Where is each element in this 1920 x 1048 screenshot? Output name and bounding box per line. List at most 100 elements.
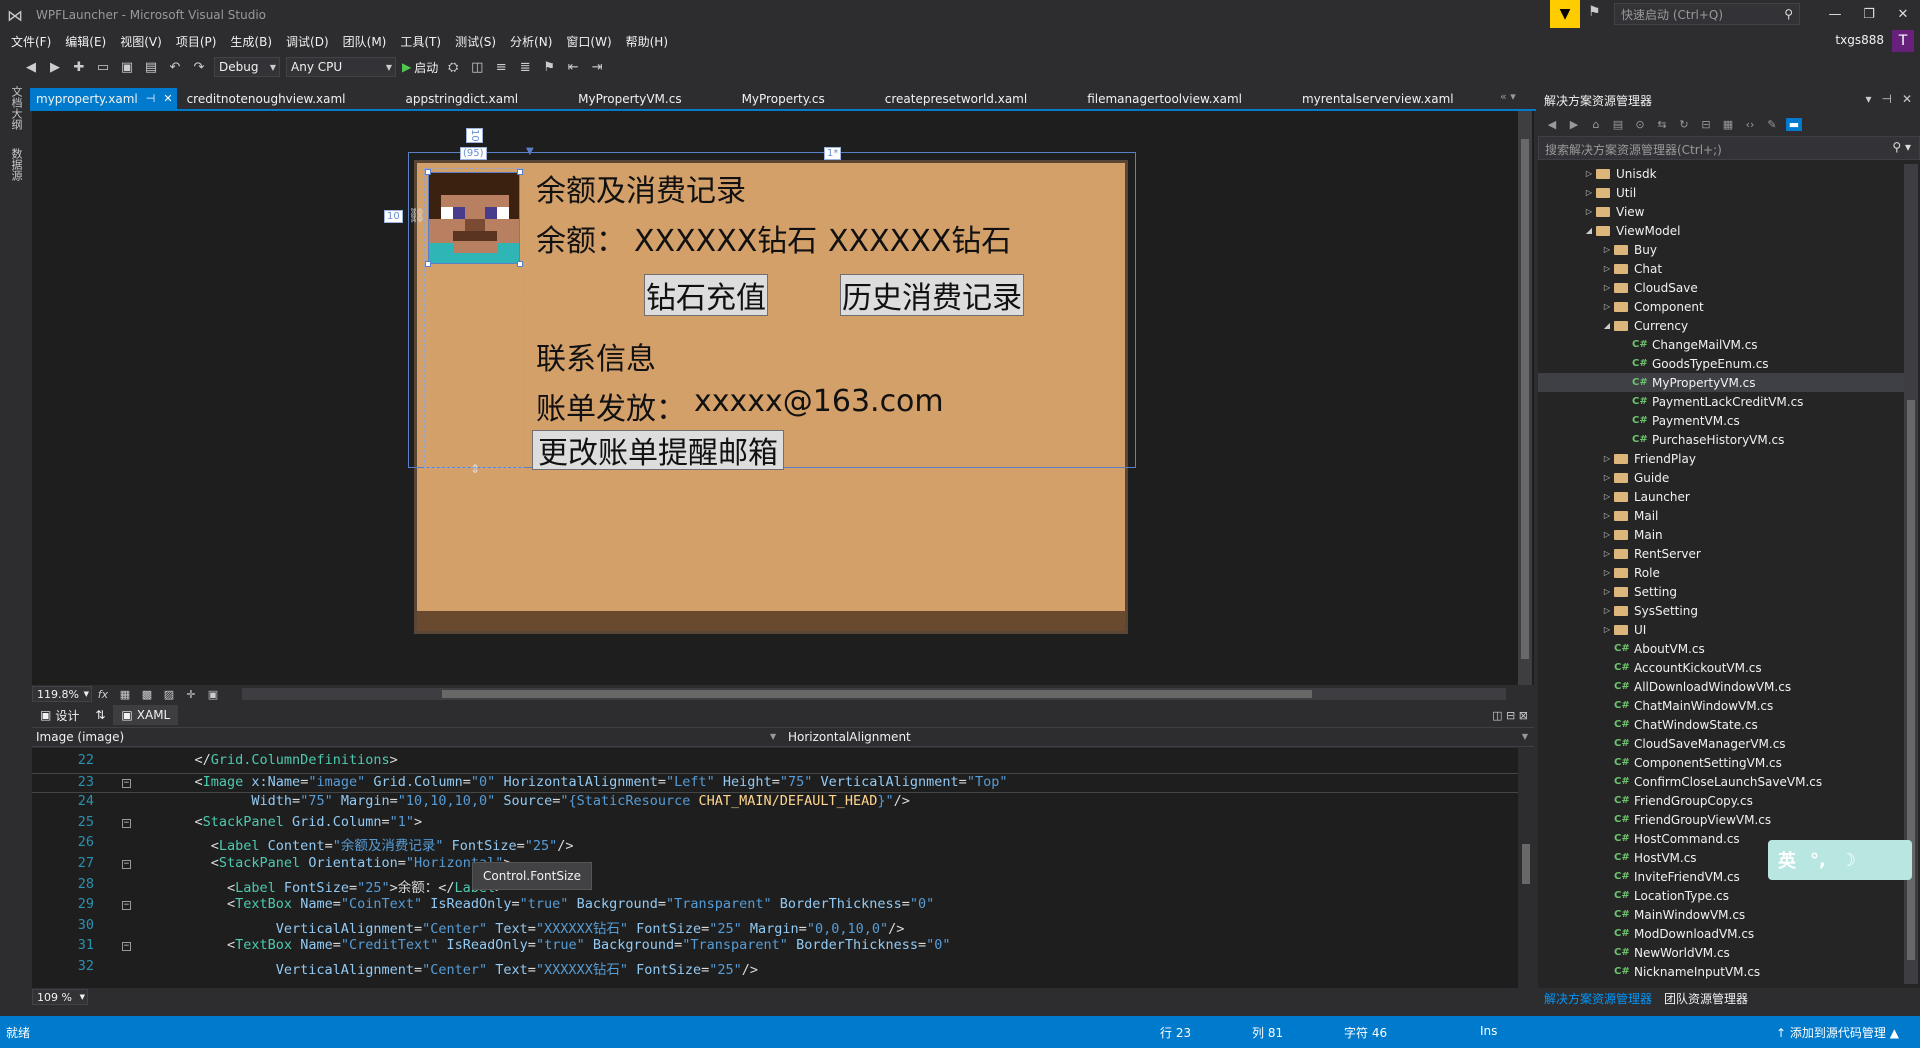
code-line[interactable]: 28 <Label FontSize="25">余额：</Label> [32,876,1518,896]
code-line[interactable]: 26 <Label Content="余额及消费记录" FontSize="25… [32,834,1518,854]
tab-team-explorer[interactable]: 团队资源管理器 [1658,990,1754,1007]
tree-file-item[interactable]: C# CloudSaveManagerVM.cs [1538,734,1904,753]
tab-myproperty-cs[interactable]: MyProperty.cs [736,88,831,109]
collapsed-arrow-icon[interactable]: ▷ [1600,568,1614,577]
moon-icon[interactable]: ☽ [1840,850,1856,871]
tab-creditnotenoughview[interactable]: creditnotenoughview.xaml [181,88,352,109]
tree-file-item[interactable]: C# AllDownloadWindowVM.cs [1538,677,1904,696]
tree-file-item[interactable]: C# ChatWindowState.cs [1538,715,1904,734]
menu-view[interactable]: 视图(V) [113,33,169,50]
menu-help[interactable]: 帮助(H) [619,33,675,50]
save-icon[interactable]: ▣ [118,60,136,75]
menu-file[interactable]: 文件(F) [4,33,58,50]
restore-button[interactable]: ❐ [1852,0,1886,28]
comment-icon[interactable]: ≡ [492,60,510,75]
start-button[interactable]: ▶ 启动 [402,59,438,76]
tree-folder-item[interactable]: ▷ Buy [1538,240,1904,259]
tree-file-item[interactable]: C# PurchaseHistoryVM.cs [1538,430,1904,449]
tree-folder-item[interactable]: ▷ Role [1538,563,1904,582]
tree-folder-item[interactable]: ▷ SysSetting [1538,601,1904,620]
solution-search-input[interactable]: 搜索解决方案资源管理器(Ctrl+;) ⚲ ▾ [1538,136,1920,160]
design-view-tab[interactable]: ▣ 设计 [32,707,87,724]
swap-panes-button[interactable]: ⇅ [87,708,113,722]
quick-launch-input[interactable]: 快速启动 (Ctrl+Q) ⚲ [1614,3,1800,25]
prev-bookmark-icon[interactable]: ⇤ [564,60,582,75]
platform-select[interactable]: Any CPU ▼ [286,57,396,77]
collapsed-arrow-icon[interactable]: ▷ [1600,245,1614,254]
code-line[interactable]: 23− <Image x:Name="image" Grid.Column="0… [32,772,1518,793]
menu-test[interactable]: 测试(S) [448,33,503,50]
close-window-button[interactable]: ✕ [1886,0,1920,28]
collapsed-arrow-icon[interactable]: ▷ [1600,492,1614,501]
ime-status-widget[interactable]: 英 °, ☽ [1768,840,1912,880]
designer-vertical-scrollbar[interactable] [1518,111,1532,685]
browser-icon[interactable]: ◫ [468,60,486,75]
menu-debug[interactable]: 调试(D) [279,33,336,50]
tree-folder-item[interactable]: ▷ Mail [1538,506,1904,525]
tree-folder-item[interactable]: ▷ Setting [1538,582,1904,601]
tree-folder-item[interactable]: ▷ Main [1538,525,1904,544]
collapsed-arrow-icon[interactable]: ▷ [1600,264,1614,273]
collapsed-arrow-icon[interactable]: ▷ [1600,549,1614,558]
coin-text[interactable]: XXXXXX钻石 [634,216,817,260]
data-sources-tab[interactable]: 数据源 [8,148,24,181]
tree-file-item[interactable]: C# ComponentSettingVM.cs [1538,753,1904,772]
effects-toggle-icon[interactable]: fx [92,688,114,701]
resize-handle[interactable] [425,261,431,267]
tree-file-item[interactable]: C# FriendGroupViewVM.cs [1538,810,1904,829]
show-all-files-icon[interactable]: ▦ [1720,118,1736,131]
forward-icon[interactable]: ▶ [46,60,64,75]
ime-punctuation[interactable]: °, [1810,850,1826,871]
tree-folder-item[interactable]: ▷ Util [1538,183,1904,202]
tree-file-item[interactable]: C# AboutVM.cs [1538,639,1904,658]
dropdown-icon[interactable]: ▾ [1865,92,1871,106]
home-icon[interactable]: ⌂ [1588,118,1604,131]
preview-selected-icon[interactable]: ▬ [1786,117,1802,131]
account-name[interactable]: txgs888 [1835,33,1884,47]
collapsed-arrow-icon[interactable]: ▷ [1600,587,1614,596]
resize-handle[interactable] [517,169,523,175]
forward-icon[interactable]: ▶ [1566,118,1582,131]
code-line[interactable]: 31− <TextBox Name="CreditText" IsReadOnl… [32,937,1518,957]
tree-file-item[interactable]: C# AccountKickoutVM.cs [1538,658,1904,677]
undo-icon[interactable]: ↶ [166,60,184,75]
document-outline-tab[interactable]: 文档大纲 [8,86,24,130]
expanded-arrow-icon[interactable]: ◢ [1582,226,1596,235]
tree-folder-item[interactable]: ▷ Guide [1538,468,1904,487]
tree-folder-item[interactable]: ▷ Launcher [1538,487,1904,506]
collapsed-arrow-icon[interactable]: ▷ [1582,207,1596,216]
editor-vertical-scrollbar[interactable] [1518,748,1534,988]
bookmark-icon[interactable]: ⚑ [540,60,558,75]
diamond-recharge-button[interactable]: 钻石充值 [644,274,768,316]
scroll-thumb[interactable] [442,690,1312,698]
sync-icon[interactable]: ⇆ [1654,118,1670,131]
save-all-icon[interactable]: ▤ [142,60,160,75]
collapsed-arrow-icon[interactable]: ▷ [1600,511,1614,520]
tree-file-item[interactable]: C# NewWorldVM.cs [1538,943,1904,962]
back-icon[interactable]: ◀ [22,60,40,75]
change-billing-email-button[interactable]: 更改账单提醒邮箱 [532,430,784,471]
code-line[interactable]: 29− <TextBox Name="CoinText" IsReadOnly=… [32,896,1518,916]
solution-config-select[interactable]: Debug ▼ [214,57,280,77]
tab-myproperty-xaml[interactable]: myproperty.xaml ⊣ ✕ [30,88,177,109]
minimize-button[interactable]: — [1818,0,1852,28]
menu-build[interactable]: 生成(B) [223,33,279,50]
uncomment-icon[interactable]: ≣ [516,60,534,75]
code-line[interactable]: 25 − <StackPanel Grid.Column="1"> [32,814,1518,834]
scroll-thumb[interactable] [1522,844,1530,884]
scroll-thumb[interactable] [1521,139,1529,659]
tree-folder-item[interactable]: ▷ Chat [1538,259,1904,278]
tree-file-item[interactable]: C# ConfirmCloseLaunchSaveVM.cs [1538,772,1904,791]
tab-mypropertyvm[interactable]: MyPropertyVM.cs [572,88,687,109]
close-icon[interactable]: ✕ [1902,92,1912,106]
property-selector[interactable]: HorizontalAlignment [788,730,911,744]
tab-myrentalserverview[interactable]: myrentalserverview.xaml [1296,88,1460,109]
credit-text[interactable]: XXXXXX钻石 [828,216,1011,260]
fold-toggle-icon[interactable]: − [122,860,131,869]
tree-file-item[interactable]: C# ModDownloadVM.cs [1538,924,1904,943]
fold-toggle-icon[interactable]: − [122,901,131,911]
xaml-view-tab[interactable]: ▣ XAML [113,705,179,725]
collapsed-arrow-icon[interactable]: ▷ [1600,625,1614,634]
attach-icon[interactable]: ⛭ [444,60,462,75]
switch-views-icon[interactable]: ▤ [1610,118,1626,131]
